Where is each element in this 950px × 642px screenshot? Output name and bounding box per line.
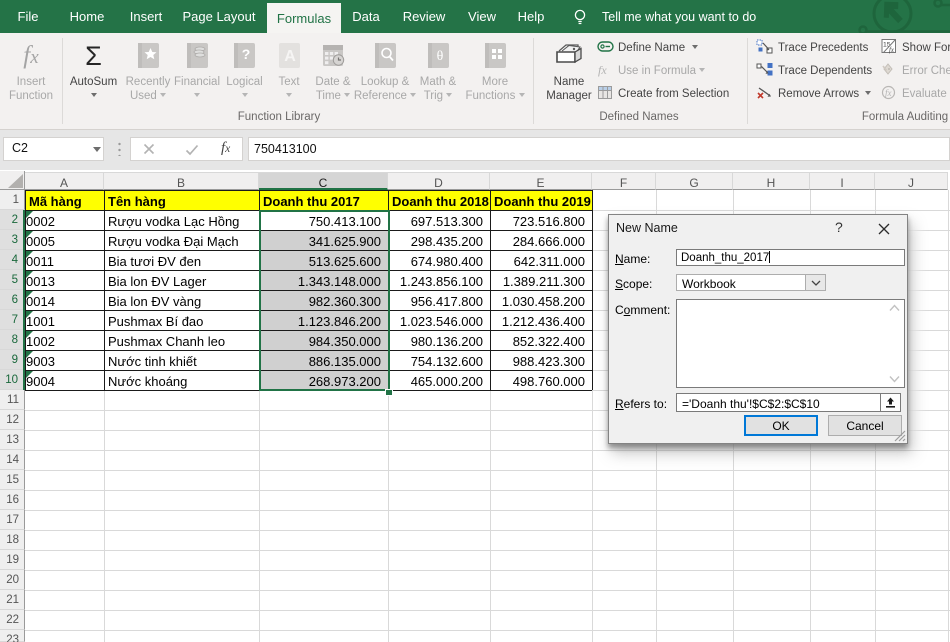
svg-text:A: A — [284, 48, 296, 65]
svg-text:θ: θ — [436, 49, 443, 64]
svg-text:fx: fx — [889, 47, 894, 54]
svg-text:?: ? — [242, 46, 251, 62]
svg-text:fx: fx — [598, 63, 607, 77]
svg-text:fx: fx — [885, 88, 892, 98]
